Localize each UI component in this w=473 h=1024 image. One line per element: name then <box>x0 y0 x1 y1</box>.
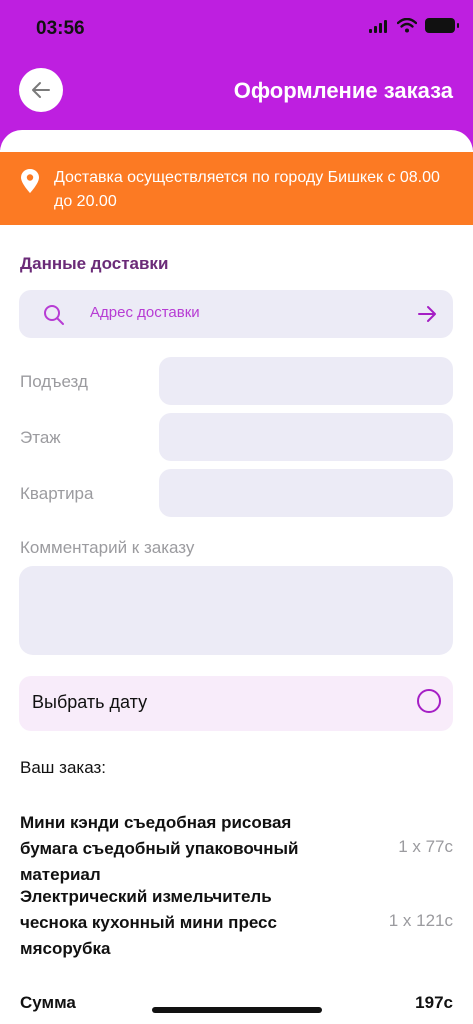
status-icons <box>369 18 459 33</box>
apartment-label: Квартира <box>20 484 94 503</box>
status-time: 03:56 <box>36 18 85 39</box>
address-search-field[interactable]: Адрес доставки <box>19 290 453 338</box>
order-item-qty: 1 x 77с <box>398 837 453 856</box>
wifi-icon <box>397 18 417 33</box>
order-item-name: Электрический измельчитель чеснока кухон… <box>20 887 277 958</box>
home-indicator <box>152 1007 322 1013</box>
location-pin-icon <box>21 169 39 193</box>
apartment-input[interactable] <box>159 469 453 517</box>
banner-text: Доставка осуществляется по городу Бишкек… <box>54 169 440 210</box>
comment-textarea[interactable] <box>19 566 453 655</box>
order-title: Ваш заказ: <box>20 758 106 777</box>
floor-label: Этаж <box>20 428 61 447</box>
entrance-label: Подъезд <box>20 372 88 391</box>
arrow-left-icon <box>32 82 50 98</box>
search-icon <box>44 305 64 325</box>
arrow-right-icon <box>418 306 436 322</box>
entrance-input[interactable] <box>159 357 453 405</box>
order-item-qty: 1 x 121с <box>388 911 453 930</box>
delivery-info-banner: Доставка осуществляется по городу Бишкек… <box>0 152 473 225</box>
select-date-row[interactable]: Выбрать дату <box>19 676 453 731</box>
sum-label: Сумма <box>20 993 76 1012</box>
address-placeholder: Адрес доставки <box>90 304 200 321</box>
order-item-name: Мини кэнди съедобная рисовая бумага съед… <box>20 813 299 884</box>
comment-label: Комментарий к заказу <box>20 538 195 557</box>
back-button[interactable] <box>19 68 63 112</box>
select-date-label: Выбрать дату <box>32 692 148 712</box>
sum-value: 197с <box>415 993 453 1012</box>
floor-input[interactable] <box>159 413 453 461</box>
date-radio[interactable] <box>417 689 441 713</box>
delivery-section-title: Данные доставки <box>20 254 169 273</box>
signal-icon <box>369 19 387 33</box>
battery-icon <box>425 18 459 33</box>
page-title: Оформление заказа <box>233 78 453 103</box>
